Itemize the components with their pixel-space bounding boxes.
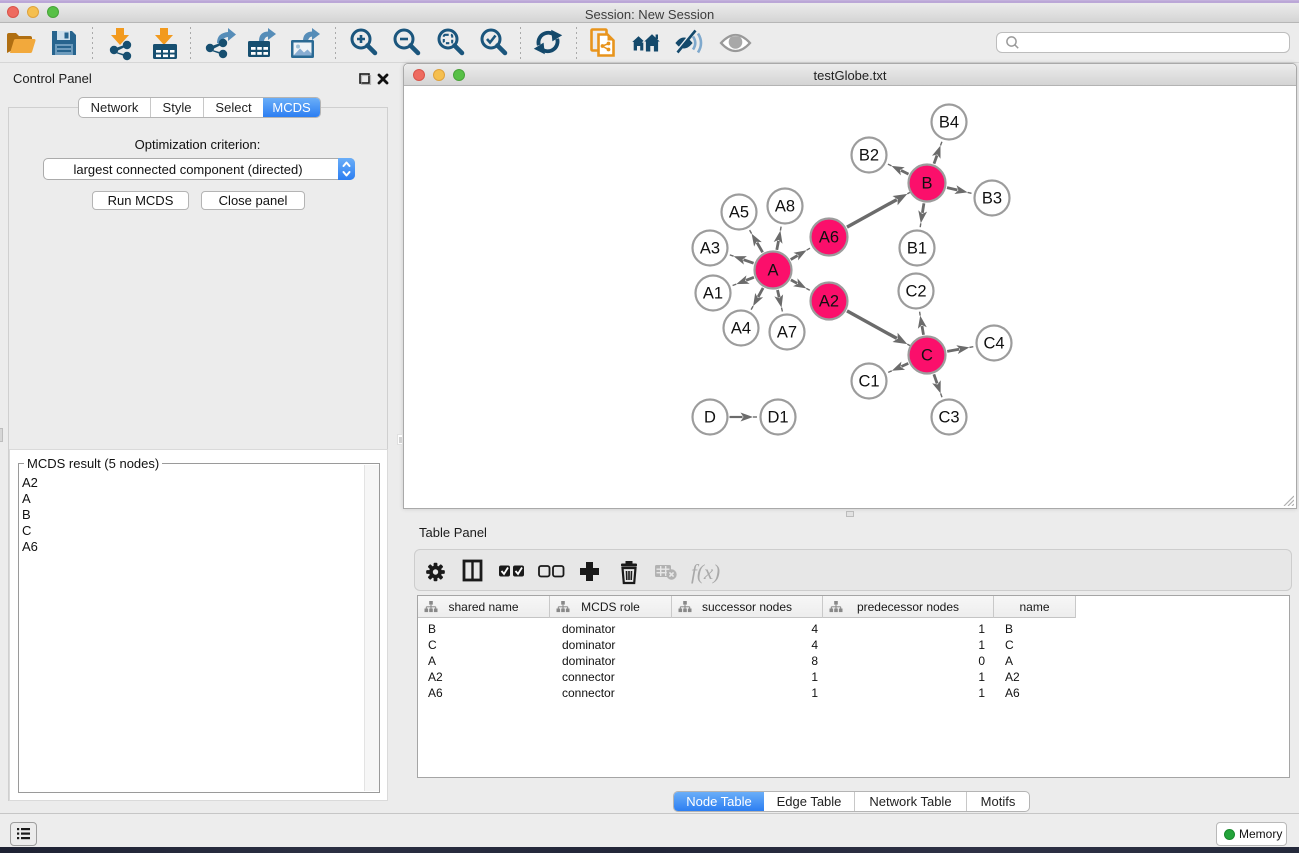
svg-text:B4: B4 [939, 114, 959, 132]
svg-text:D: D [704, 409, 716, 427]
svg-text:B: B [921, 175, 932, 193]
svg-text:A6: A6 [819, 229, 839, 247]
svg-text:A1: A1 [703, 285, 723, 303]
svg-text:C3: C3 [938, 409, 959, 427]
svg-text:B1: B1 [907, 240, 927, 258]
svg-text:A4: A4 [731, 320, 751, 338]
svg-text:C4: C4 [983, 335, 1004, 353]
svg-text:C2: C2 [905, 283, 926, 301]
svg-text:B3: B3 [982, 190, 1002, 208]
svg-text:A8: A8 [775, 198, 795, 216]
svg-text:C: C [921, 347, 933, 365]
svg-text:D1: D1 [767, 409, 788, 427]
svg-text:A: A [767, 262, 778, 280]
svg-text:A7: A7 [777, 324, 797, 342]
svg-text:A5: A5 [729, 204, 749, 222]
svg-text:B2: B2 [859, 147, 879, 165]
svg-text:A3: A3 [700, 240, 720, 258]
svg-text:f(x): f(x) [691, 560, 720, 584]
svg-text:C1: C1 [858, 373, 879, 391]
svg-text:A2: A2 [819, 293, 839, 311]
